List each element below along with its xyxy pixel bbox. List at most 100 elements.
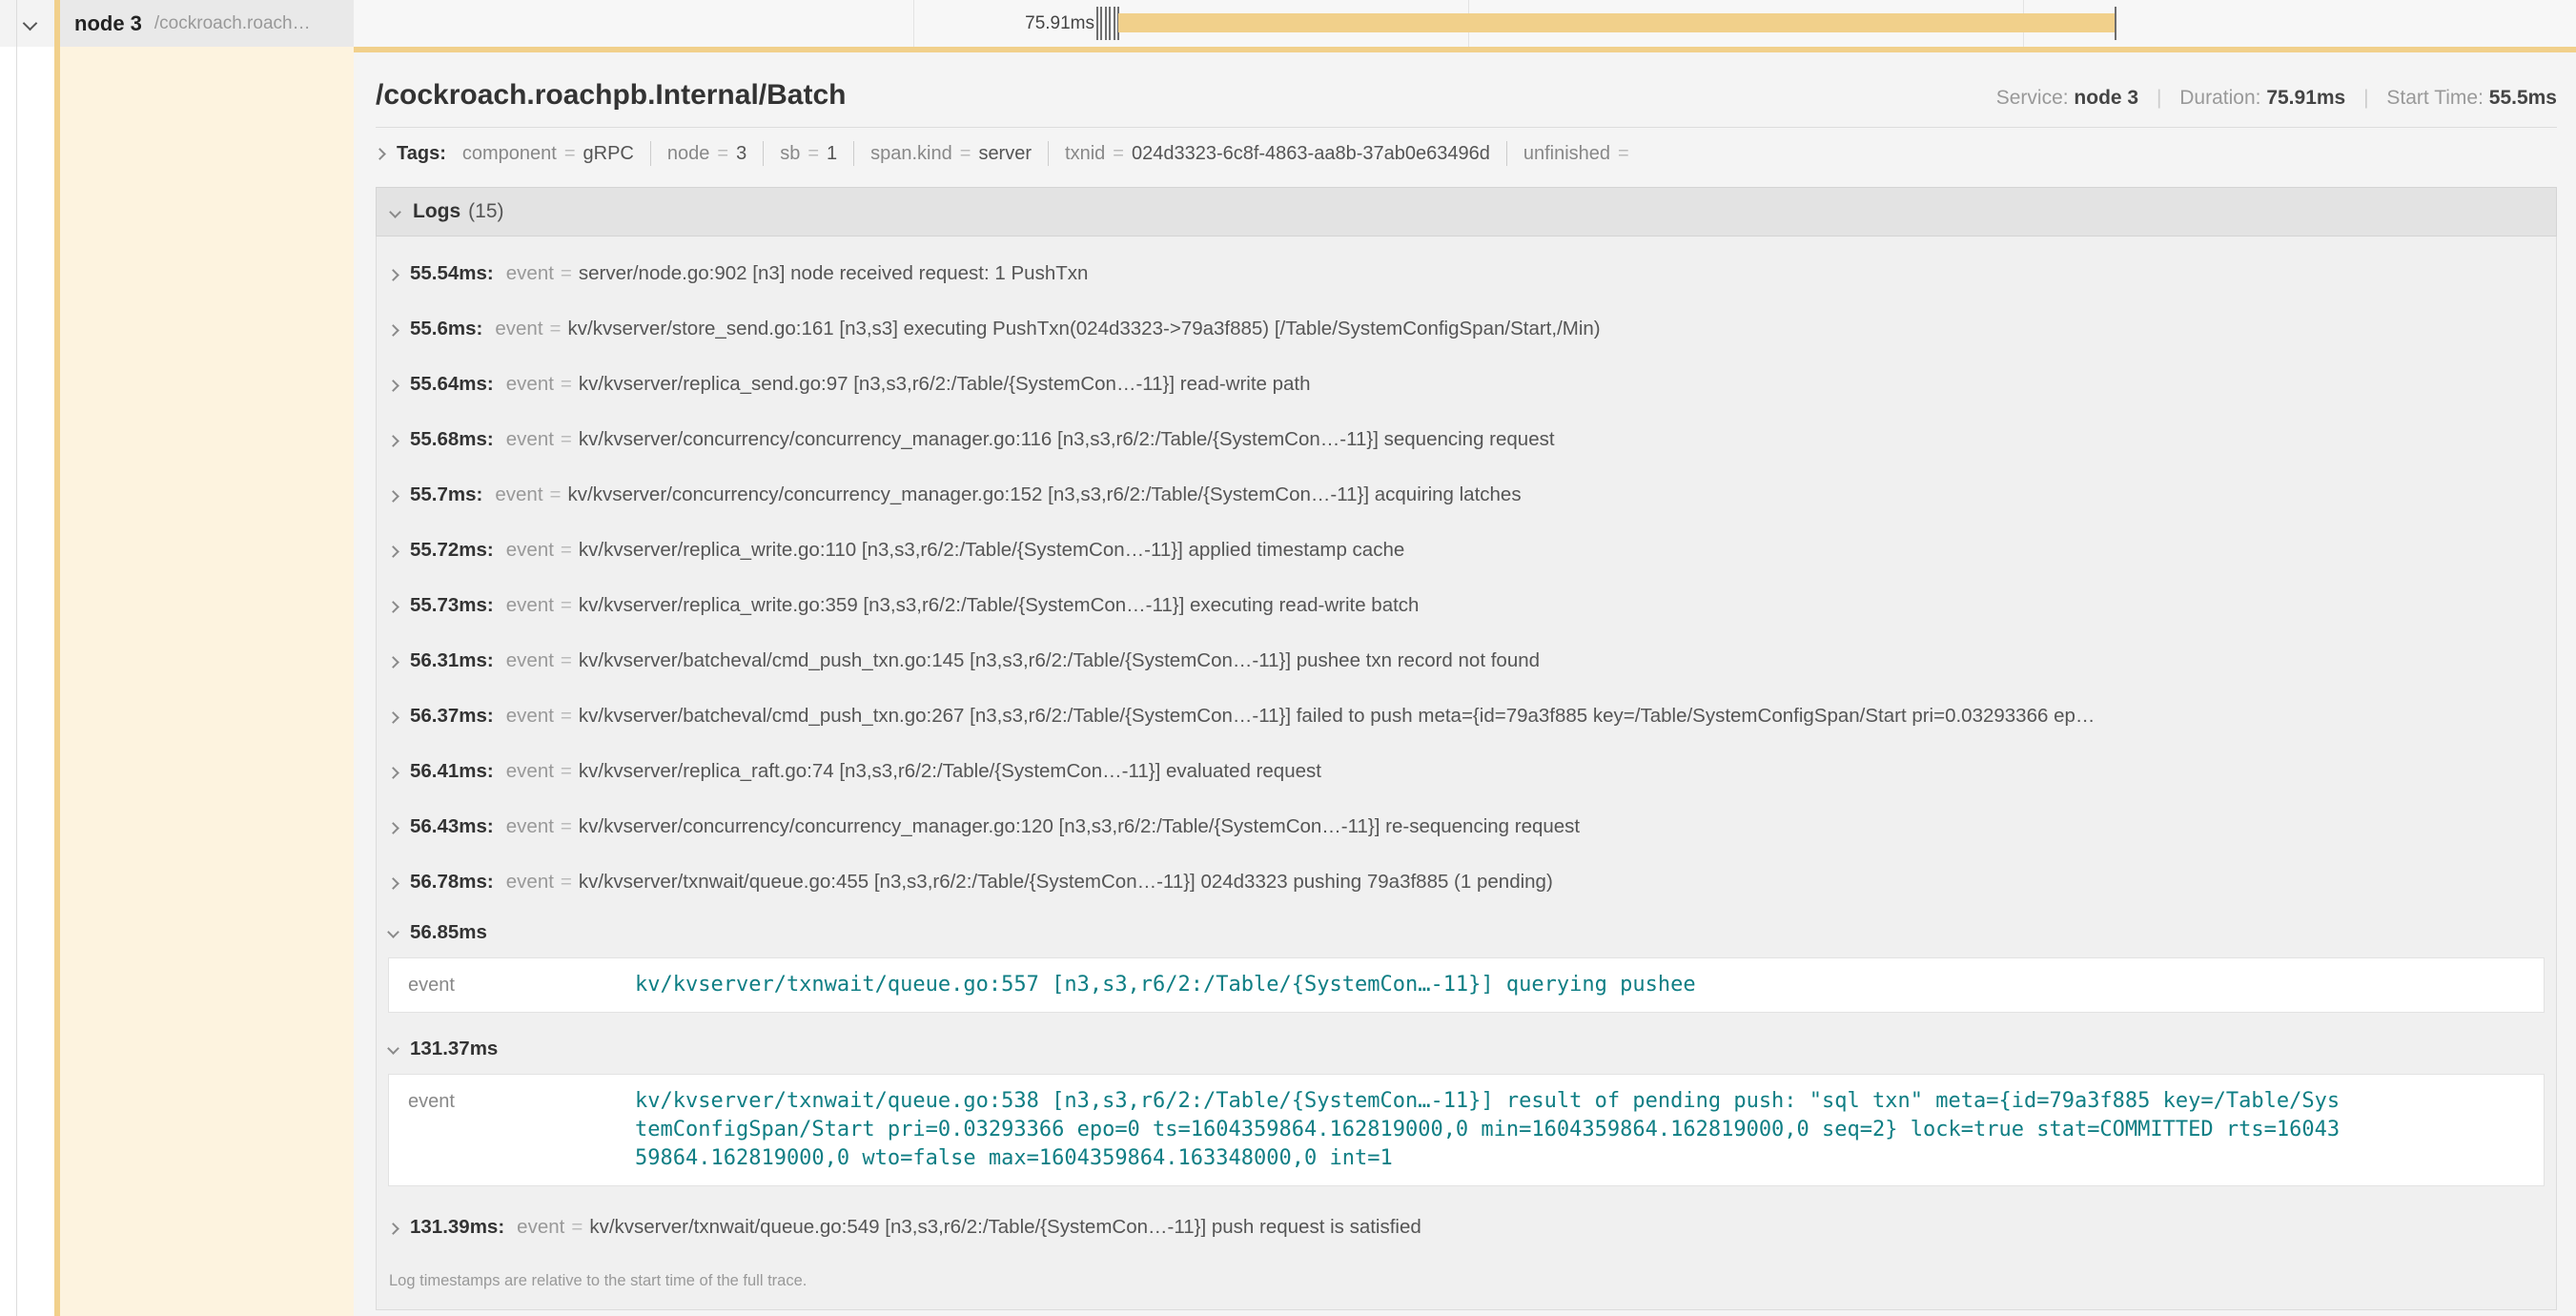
log-message: kv/kvserver/replica_send.go:97 [n3,s3,r6…: [579, 373, 1311, 396]
log-entry-header[interactable]: 56.85ms: [377, 910, 2556, 956]
start-time-value: 55.5ms: [2489, 87, 2557, 109]
log-row[interactable]: 56.43ms: event = kv/kvserver/concurrency…: [377, 799, 2556, 854]
equals-sign: =: [561, 373, 572, 396]
span-title: /cockroach.roachpb.Internal/Batch: [376, 79, 846, 112]
log-row[interactable]: 55.54ms: event = server/node.go:902 [n3]…: [377, 246, 2556, 301]
log-timestamp: 56.78ms:: [410, 871, 494, 894]
log-message: kv/kvserver/txnwait/queue.go:549 [n3,s3,…: [589, 1216, 1421, 1239]
equals-sign: =: [550, 483, 562, 506]
equals-sign: =: [561, 262, 572, 285]
service-name: node 3: [74, 11, 142, 36]
equals-sign: =: [571, 1216, 583, 1239]
chevron-down-icon: [389, 924, 398, 941]
tag-key: unfinished: [1523, 143, 1610, 165]
chevron-right-icon: [389, 649, 398, 672]
log-field-key: event: [506, 815, 554, 838]
log-entry-expanded: 131.37ms event kv/kvserver/txnwait/queue…: [377, 1026, 2556, 1186]
tag-item: node = 3: [667, 141, 764, 166]
logs-footer-note: Log timestamps are relative to the start…: [377, 1255, 2556, 1304]
log-field-key: event: [495, 318, 542, 340]
chevron-right-icon: [389, 760, 398, 783]
service-value: node 3: [2074, 87, 2138, 109]
tag-item: txnid = 024d3323-6c8f-4863-aa8b-37ab0e63…: [1065, 141, 1507, 166]
start-time-label: Start Time:: [2386, 87, 2484, 109]
log-field-key: event: [506, 539, 554, 562]
equals-sign: =: [960, 143, 971, 165]
log-row[interactable]: 55.73ms: event = kv/kvserver/replica_wri…: [377, 578, 2556, 633]
equals-sign: =: [561, 649, 572, 672]
log-timestamp: 55.7ms:: [410, 483, 482, 506]
span-timeline: 75.91ms: [354, 0, 2576, 47]
tag-key: txnid: [1065, 143, 1105, 165]
span-overview: Service: node 3 | Duration: 75.91ms | St…: [1996, 87, 2557, 110]
log-field-key: event: [506, 428, 554, 451]
log-message: kv/kvserver/replica_write.go:110 [n3,s3,…: [579, 539, 1404, 562]
log-timestamp: 55.68ms:: [410, 428, 494, 451]
log-row[interactable]: 55.72ms: event = kv/kvserver/replica_wri…: [377, 523, 2556, 578]
log-timestamp: 56.37ms:: [410, 705, 494, 728]
span-duration-bar[interactable]: [1118, 13, 2116, 32]
log-marker-tick: [2115, 7, 2116, 40]
chevron-right-icon: [389, 815, 398, 838]
chevron-right-icon: [389, 594, 398, 617]
chevron-right-icon: [389, 262, 398, 285]
log-field-row: event kv/kvserver/txnwait/queue.go:538 […: [389, 1087, 2544, 1173]
log-message: kv/kvserver/replica_raft.go:74 [n3,s3,r6…: [579, 760, 1321, 783]
tag-key: node: [667, 143, 710, 165]
log-field-key: event: [506, 594, 554, 617]
tag-item: unfinished =: [1523, 141, 1653, 166]
logs-body: 55.54ms: event = server/node.go:902 [n3]…: [376, 236, 2557, 1310]
log-entry-expanded: 56.85ms event kv/kvserver/txnwait/queue.…: [377, 910, 2556, 1013]
log-entry-header[interactable]: 131.37ms: [377, 1026, 2556, 1072]
log-field-key: event: [506, 262, 554, 285]
tag-value: 1: [827, 143, 837, 165]
log-message: kv/kvserver/batcheval/cmd_push_txn.go:14…: [579, 649, 1540, 672]
log-marker-tick: [1105, 7, 1107, 40]
span-name-cell[interactable]: node 3 /cockroach.roach…: [60, 0, 354, 47]
chevron-right-icon: [389, 871, 398, 894]
log-marker-tick: [1109, 7, 1111, 40]
log-row[interactable]: 55.68ms: event = kv/kvserver/concurrency…: [377, 412, 2556, 467]
log-message: kv/kvserver/txnwait/queue.go:455 [n3,s3,…: [579, 871, 1553, 894]
log-field-value: kv/kvserver/txnwait/queue.go:538 [n3,s3,…: [635, 1087, 2345, 1173]
log-timestamp: 56.41ms:: [410, 760, 494, 783]
log-row[interactable]: 56.41ms: event = kv/kvserver/replica_raf…: [377, 744, 2556, 799]
chevron-right-icon: [374, 148, 386, 160]
span-row[interactable]: node 3 /cockroach.roach… 75.91ms: [0, 0, 2576, 47]
logs-header[interactable]: Logs (15): [376, 187, 2557, 236]
log-field-key: event: [506, 760, 554, 783]
log-timestamp: 55.6ms:: [410, 318, 482, 340]
log-marker-tick: [1096, 7, 1098, 40]
log-marker-tick: [1100, 7, 1102, 40]
chevron-down-icon: [23, 16, 38, 31]
log-message: kv/kvserver/concurrency/concurrency_mana…: [579, 428, 1555, 451]
log-row[interactable]: 55.6ms: event = kv/kvserver/store_send.g…: [377, 301, 2556, 357]
log-timestamp: 55.72ms:: [410, 539, 494, 562]
logs-title: Logs: [413, 200, 460, 223]
tag-value: gRPC: [583, 143, 634, 165]
chevron-down-icon: [389, 1040, 398, 1058]
log-row[interactable]: 56.31ms: event = kv/kvserver/batcheval/c…: [377, 633, 2556, 689]
chevron-right-icon: [389, 539, 398, 562]
tags-toggle[interactable]: Tags:: [376, 143, 446, 165]
log-row[interactable]: 131.39ms: event = kv/kvserver/txnwait/qu…: [377, 1200, 2556, 1255]
tag-key: span.kind: [870, 143, 952, 165]
log-timestamp: 131.37ms: [410, 1038, 498, 1060]
log-timestamp: 55.64ms:: [410, 373, 494, 396]
log-message: kv/kvserver/concurrency/concurrency_mana…: [568, 483, 1522, 506]
log-row[interactable]: 56.78ms: event = kv/kvserver/txnwait/que…: [377, 854, 2556, 910]
tag-item: span.kind = server: [870, 141, 1049, 166]
log-row[interactable]: 55.64ms: event = kv/kvserver/replica_sen…: [377, 357, 2556, 412]
log-row[interactable]: 55.7ms: event = kv/kvserver/concurrency/…: [377, 467, 2556, 523]
collapse-children-button[interactable]: [25, 16, 35, 33]
log-field-row: event kv/kvserver/txnwait/queue.go:557 […: [389, 971, 2544, 999]
log-field-key: event: [389, 1087, 635, 1116]
equals-sign: =: [561, 871, 572, 894]
chevron-down-icon: [389, 206, 401, 218]
span-duration-label: 75.91ms: [354, 0, 1094, 47]
log-row[interactable]: 56.37ms: event = kv/kvserver/batcheval/c…: [377, 689, 2556, 744]
tags-row: Tags: component = gRPC node = 3 sb = 1 s…: [376, 128, 2557, 179]
log-timestamp: 55.73ms:: [410, 594, 494, 617]
log-timestamp: 56.85ms: [410, 921, 487, 944]
equals-sign: =: [561, 594, 572, 617]
